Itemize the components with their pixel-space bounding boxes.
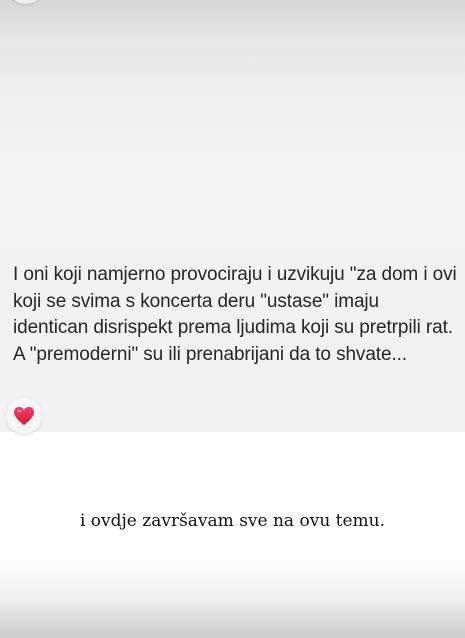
- bottom-gradient: [0, 598, 465, 638]
- reply-message-text: I oni koji namjerno provociraju i uzviku…: [13, 264, 457, 365]
- heart-reaction-badge[interactable]: [6, 398, 42, 434]
- story-caption-text: i ovdje završavam sve na ovu temu.: [79, 511, 386, 531]
- heart-emoji-icon: [14, 406, 34, 426]
